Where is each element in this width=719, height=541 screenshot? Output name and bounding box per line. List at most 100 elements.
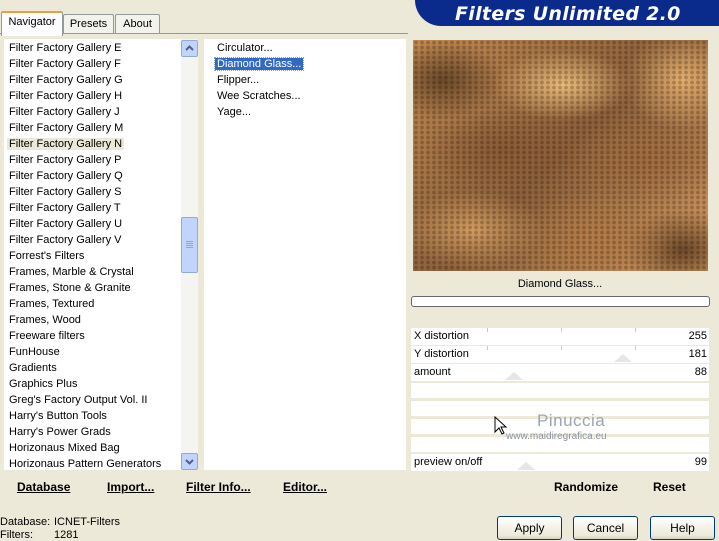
category-item[interactable]: Filter Factory Gallery F: [7, 56, 123, 72]
category-item-label: Frames, Wood: [9, 314, 81, 326]
preview-caption: Diamond Glass...: [411, 273, 709, 295]
filter-list[interactable]: Circulator... Diamond Glass... Flipper... W…: [204, 39, 406, 470]
category-item[interactable]: Graphics Plus: [7, 376, 79, 392]
category-item-label: Graphics Plus: [9, 378, 78, 390]
category-item[interactable]: Harry's Power Grads: [7, 424, 113, 440]
category-item[interactable]: Frames, Textured: [7, 296, 96, 312]
param-value: 99: [694, 456, 707, 468]
progress-bar: [411, 296, 710, 307]
category-item[interactable]: Filter Factory Gallery V: [7, 232, 123, 248]
category-item[interactable]: Forrest's Filters: [7, 248, 86, 264]
category-item-label: Filter Factory Gallery H: [9, 90, 123, 102]
category-item[interactable]: Filter Factory Gallery P: [7, 152, 123, 168]
filter-item[interactable]: Flipper...: [215, 72, 261, 88]
slider-thumb-amount[interactable]: [505, 372, 523, 380]
category-item[interactable]: Filter Factory Gallery T: [7, 200, 123, 216]
param-amount[interactable]: amount 88: [411, 364, 709, 381]
param-y-distortion[interactable]: Y distortion 181: [411, 346, 709, 363]
category-item[interactable]: Greg's Factory Output Vol. II: [7, 392, 149, 408]
category-item[interactable]: Filter Factory Gallery J: [7, 104, 122, 120]
category-item[interactable]: Gradients: [7, 360, 59, 376]
category-scrollbar[interactable]: [181, 39, 198, 470]
scroll-down-button[interactable]: [181, 453, 198, 470]
category-item[interactable]: Filter Factory Gallery M: [7, 120, 125, 136]
category-item[interactable]: Harry's Button Tools: [7, 408, 109, 424]
category-item-label: FunHouse: [9, 346, 60, 358]
param-empty-row: [411, 383, 709, 398]
category-item[interactable]: Horizonaus Pattern Generators: [7, 456, 163, 472]
tab-navigator[interactable]: Navigator: [1, 11, 63, 36]
category-item-label: Filter Factory Gallery U: [9, 218, 123, 230]
category-item-label: Filter Factory Gallery N: [7, 138, 125, 150]
filter-info-button[interactable]: Filter Info...: [186, 480, 251, 494]
watermark-url: www.maidiregrafica.eu: [506, 431, 607, 442]
category-item-label: Filter Factory Gallery S: [9, 186, 122, 198]
filter-item[interactable]: Wee Scratches...: [215, 88, 303, 104]
category-item-label: Forrest's Filters: [9, 250, 85, 262]
param-x-distortion[interactable]: X distortion 255: [411, 328, 709, 345]
watermark-name: Pinuccia: [537, 411, 606, 430]
database-label: Database:: [0, 516, 51, 528]
apply-button[interactable]: Apply: [497, 516, 562, 540]
param-label: amount: [414, 366, 451, 378]
category-item[interactable]: Filter Factory Gallery G: [7, 72, 125, 88]
category-item-label: Filter Factory Gallery P: [9, 154, 122, 166]
param-value: 255: [688, 330, 707, 342]
category-item-label: Freeware filters: [9, 330, 85, 342]
category-item-label: Filter Factory Gallery Q: [9, 170, 123, 182]
filter-item[interactable]: Yage...: [215, 104, 253, 120]
randomize-button[interactable]: Randomize: [554, 480, 618, 494]
help-button[interactable]: Help: [650, 516, 715, 540]
param-value: 88: [694, 366, 707, 378]
category-item-label: Gradients: [9, 362, 57, 374]
scroll-thumb[interactable]: [181, 217, 198, 273]
cancel-button[interactable]: Cancel: [573, 516, 638, 540]
category-item-label: Filter Factory Gallery E: [9, 42, 122, 54]
filter-item[interactable]: Circulator...: [215, 40, 275, 56]
reset-button[interactable]: Reset: [653, 480, 686, 494]
category-item[interactable]: Frames, Wood: [7, 312, 83, 328]
category-item[interactable]: FunHouse: [7, 344, 62, 360]
category-item-label: Filter Factory Gallery V: [9, 234, 122, 246]
filter-item-label: Yage...: [217, 106, 252, 118]
category-item-label: Filter Factory Gallery J: [9, 106, 120, 118]
scroll-up-button[interactable]: [181, 40, 198, 57]
param-preview-onoff[interactable]: preview on/off 99: [411, 454, 709, 471]
category-item[interactable]: Filter Factory Gallery H: [7, 88, 124, 104]
category-item-label: Horizonaus Mixed Bag: [9, 442, 120, 454]
database-button[interactable]: Database: [17, 480, 70, 494]
category-item[interactable]: Filter Factory Gallery N: [7, 136, 125, 152]
brand-banner: Filters Unlimited 2.0: [415, 0, 719, 26]
param-label: preview on/off: [414, 456, 483, 468]
slider-thumb-preview[interactable]: [517, 462, 535, 470]
tab-presets[interactable]: Presets: [63, 14, 114, 34]
category-item-label: Frames, Textured: [9, 298, 95, 310]
category-item-label: Harry's Power Grads: [9, 426, 111, 438]
category-list[interactable]: Filter Factory Gallery E Filter Factory G…: [4, 39, 181, 470]
import-button[interactable]: Import...: [107, 480, 154, 494]
category-item-label: Harry's Button Tools: [9, 410, 107, 422]
category-item[interactable]: Filter Factory Gallery S: [7, 184, 123, 200]
category-item[interactable]: Frames, Marble & Crystal: [7, 264, 136, 280]
editor-button[interactable]: Editor...: [283, 480, 327, 494]
preview-image: [413, 40, 708, 271]
category-item[interactable]: Filter Factory Gallery E: [7, 40, 123, 56]
category-item[interactable]: Frames, Stone & Granite: [7, 280, 133, 296]
category-item-label: Filter Factory Gallery T: [9, 202, 121, 214]
category-item[interactable]: Freeware filters: [7, 328, 87, 344]
category-item-label: Filter Factory Gallery F: [9, 58, 121, 70]
category-item[interactable]: Filter Factory Gallery Q: [7, 168, 125, 184]
param-value: 181: [688, 348, 707, 360]
category-item[interactable]: Horizonaus Mixed Bag: [7, 440, 122, 456]
filter-item[interactable]: Diamond Glass...: [213, 56, 305, 72]
param-label: X distortion: [414, 330, 470, 342]
category-item[interactable]: Filter Factory Gallery U: [7, 216, 124, 232]
mouse-cursor-icon: [494, 416, 508, 435]
database-value: ICNET-Filters: [54, 516, 120, 528]
slider-thumb-y-distortion[interactable]: [614, 354, 632, 362]
chevron-down-icon: [185, 459, 194, 465]
tab-about[interactable]: About: [115, 14, 160, 34]
param-label: Y distortion: [414, 348, 469, 360]
category-item-label: Filter Factory Gallery M: [9, 122, 124, 134]
category-item-label: Frames, Marble & Crystal: [9, 266, 134, 278]
